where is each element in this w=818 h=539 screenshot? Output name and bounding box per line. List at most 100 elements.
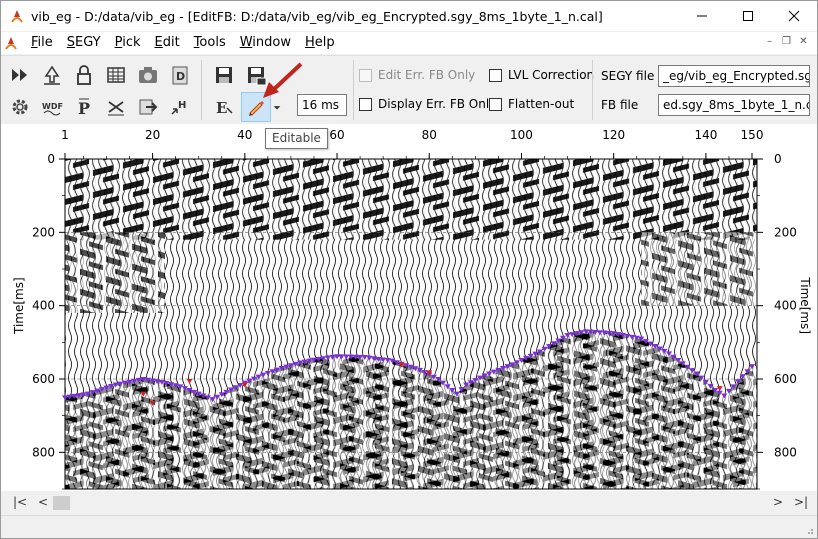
menu-help[interactable]: Help (298, 32, 342, 54)
crossover-icon (108, 101, 124, 116)
camera-icon (139, 67, 157, 83)
y-tick-label-left: 800 (32, 445, 55, 459)
scroll-first-button[interactable]: |< (13, 495, 27, 509)
scroll-last-button[interactable]: >| (794, 495, 808, 509)
minimize-button[interactable] (679, 1, 725, 31)
x-tick-label: 60 (329, 128, 344, 142)
crossover-button[interactable] (103, 94, 129, 120)
save-button[interactable] (211, 62, 237, 88)
app-icon (11, 10, 23, 23)
close-icon (788, 10, 800, 22)
seismic-section-canvas[interactable]: 1 20 40 60 80 100 120 140 1500 0200 200400 400600 60… (1, 124, 817, 491)
edit-e-button[interactable]: E (211, 94, 237, 120)
p-button[interactable]: P (71, 94, 97, 120)
x-tick-label: 100 (510, 128, 533, 142)
y-tick-label-right: 600 (774, 372, 797, 386)
flatten-out-checkbox[interactable]: Flatten-out (489, 97, 574, 111)
y-tick-label-right: 0 (774, 152, 782, 166)
settings-button[interactable] (7, 94, 33, 120)
x-tick-label: 20 (145, 128, 160, 142)
horizontal-scrollbar[interactable]: |< < > >| (1, 492, 817, 514)
display-err-fb-only-checkbox[interactable]: Display Err. FB Only (359, 97, 496, 111)
segy-file-label: SEGY file (601, 69, 655, 83)
resize-grip-icon[interactable] (804, 525, 814, 535)
segy-file-input[interactable]: _eg/vib_eg_Encrypted.sgy (658, 65, 810, 87)
close-button[interactable] (771, 1, 817, 31)
save-icon (216, 67, 232, 83)
fast-forward-icon (12, 69, 27, 81)
toolbar-separator (592, 60, 593, 120)
maximize-icon (743, 11, 753, 21)
document-d-button[interactable]: D (167, 62, 193, 88)
edit-err-fb-only-checkbox[interactable]: Edit Err. FB Only (359, 68, 475, 82)
export-button[interactable] (135, 94, 161, 120)
mdi-controls: – ❐ ✕ (762, 35, 811, 50)
minimize-icon (697, 15, 707, 17)
y-tick-label-left: 0 (47, 152, 55, 166)
pick-up-button[interactable] (39, 62, 65, 88)
toolbar-separator (353, 60, 354, 120)
menu-segy[interactable]: SEGY (60, 32, 108, 54)
fb-file-label: FB file (601, 98, 639, 112)
edit-e-icon: E (216, 99, 233, 117)
y-tick-label-right: 200 (774, 225, 797, 239)
toolbar: D WDF P H E 16 ms Edit Err. FB Only Disp… (1, 55, 817, 123)
x-tick-label: 140 (694, 128, 717, 142)
x-tick-label: 150 (741, 128, 764, 142)
scroll-left-button[interactable]: < (38, 495, 48, 509)
lock-icon (77, 65, 91, 85)
gear-icon (12, 99, 28, 115)
y-tick-label-left: 600 (32, 372, 55, 386)
scroll-right-button[interactable]: > (773, 495, 783, 509)
table-icon (107, 67, 125, 83)
y-tick-label-left: 200 (32, 225, 55, 239)
svg-text:P: P (78, 99, 90, 118)
svg-text:H: H (178, 100, 186, 111)
header-button[interactable]: H (167, 94, 193, 120)
menu-window[interactable]: Window (233, 32, 298, 54)
y-tick-label-left: 400 (32, 299, 55, 313)
editable-tooltip: Editable (265, 128, 328, 149)
mdi-restore-icon[interactable]: ❐ (779, 35, 794, 50)
seismic-plot-area[interactable]: 1 20 40 60 80 100 120 140 150 0 0 200 200 400 400 600 60… (1, 124, 817, 491)
svg-text:E: E (216, 99, 227, 117)
x-tick-label: 1 (61, 128, 69, 142)
y-axis-label-left: Time[ms] (12, 277, 26, 335)
svg-text:WDF: WDF (42, 102, 63, 111)
document-icon (5, 37, 17, 50)
y-tick-label-right: 800 (774, 445, 797, 459)
menu-pick[interactable]: Pick (108, 32, 148, 54)
lock-button[interactable] (71, 62, 97, 88)
x-tick-label: 80 (422, 128, 437, 142)
mdi-minimize-icon[interactable]: – (762, 35, 777, 50)
mdi-close-icon[interactable]: ✕ (796, 35, 811, 50)
scrollbar-thumb[interactable] (53, 496, 70, 510)
export-arrow-icon (139, 99, 158, 115)
lvl-correction-checkbox[interactable]: LVL Correction (489, 68, 594, 82)
window-title: vib_eg - D:/data/vib_eg - [EditFB: D:/da… (31, 8, 603, 24)
y-tick-label-right: 400 (774, 299, 797, 313)
menu-bar: File SEGY Pick Edit Tools Window Help – … (1, 32, 817, 54)
pick-up-icon (44, 65, 60, 85)
title-bar: vib_eg - D:/data/vib_eg - [EditFB: D:/da… (1, 1, 817, 31)
table-button[interactable] (103, 62, 129, 88)
header-h-icon: H (171, 100, 186, 115)
x-tick-label: 40 (237, 128, 252, 142)
svg-text:D: D (176, 70, 185, 83)
status-bar (1, 515, 817, 538)
application-window: vib_eg - D:/data/vib_eg - [EditFB: D:/da… (0, 0, 818, 539)
menu-tools[interactable]: Tools (187, 32, 233, 54)
fb-file-input[interactable]: ed.sgy_8ms_1byte_1_n.cal (658, 94, 810, 116)
toolbar-separator (201, 60, 202, 120)
wdf-icon: WDF (42, 102, 63, 116)
menu-file[interactable]: File (24, 32, 60, 54)
camera-button[interactable] (135, 62, 161, 88)
interval-input[interactable]: 16 ms (297, 94, 347, 116)
menu-edit[interactable]: Edit (148, 32, 187, 54)
y-axis-label-right: Time[ms] (798, 276, 812, 334)
wdf-button[interactable]: WDF (39, 94, 65, 120)
maximize-button[interactable] (725, 1, 771, 31)
document-d-icon: D (172, 66, 188, 85)
p-letter-icon: P (78, 98, 90, 118)
fast-forward-button[interactable] (7, 62, 33, 88)
